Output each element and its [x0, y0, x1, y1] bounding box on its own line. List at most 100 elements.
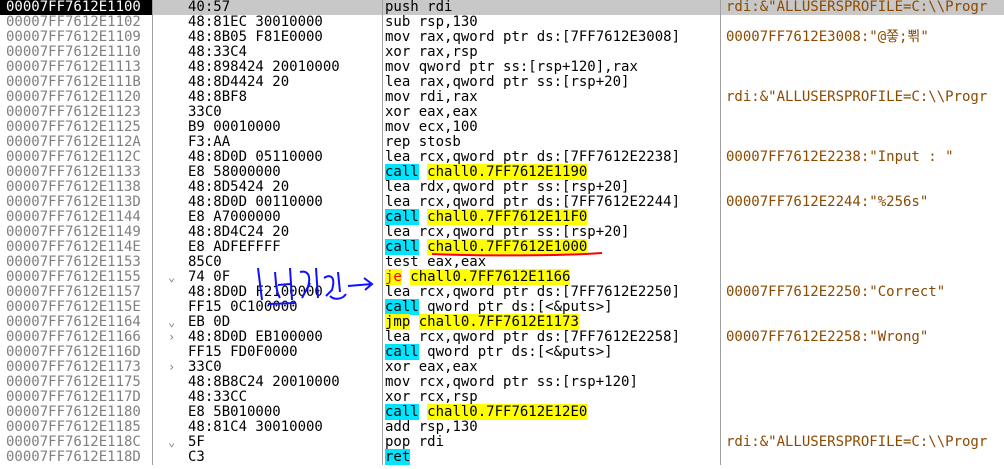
address-cell[interactable]: 00007FF7612E1125 — [0, 120, 152, 135]
disasm-row[interactable]: 00007FF7612E115E FF15 0C100000 call qword … — [0, 299, 1004, 315]
disasm-row[interactable]: 00007FF7612E112A F3:AA rep stosb — [0, 135, 1004, 150]
address-cell[interactable]: 00007FF7612E1110 — [0, 45, 152, 60]
instruction-cell[interactable]: mov qword ptr ss:[rsp+120],rax — [385, 60, 638, 75]
disasm-row[interactable]: 00007FF7612E1138 48:8D5424 20 lea rdx,qwor… — [0, 180, 1004, 195]
instruction-cell[interactable]: xor eax,eax — [385, 360, 478, 375]
bytes-cell: 48:8D0D EB100000 — [188, 329, 323, 345]
disasm-row[interactable]: 00007FF7612E113D 48:8D0D 00110000 lea rcx,… — [0, 195, 1004, 210]
disasm-row[interactable]: 00007FF7612E1149 48:8D4C24 20 lea rcx,qwor… — [0, 225, 1004, 240]
disasm-row[interactable]: 00007FF7612E1175 48:8B8C24 20010000 mov rc… — [0, 375, 1004, 390]
disasm-row[interactable]: 00007FF7612E1157 48:8D0D F2100000 lea rcx,… — [0, 285, 1004, 300]
address-cell[interactable]: 00007FF7612E1153 — [0, 255, 152, 270]
disasm-row[interactable]: 00007FF7612E114E E8 ADFEFFFF call chall0.7… — [0, 239, 1004, 255]
disasm-row[interactable]: 00007FF7612E1123 33C0 xor eax,eax — [0, 105, 1004, 120]
address-cell[interactable]: 00007FF7612E1138 — [0, 180, 152, 195]
address-cell[interactable]: 00007FF7612E1123 — [0, 105, 152, 120]
address-cell[interactable]: 00007FF7612E1180 — [0, 405, 152, 420]
instruction-cell[interactable]: xor rcx,rsp — [385, 390, 478, 405]
instruction-cell[interactable]: call qword ptr ds:[<&puts>] — [385, 344, 613, 360]
instruction-cell[interactable]: call chall0.7FF7612E1000 — [385, 239, 588, 255]
address-cell[interactable]: 00007FF7612E118C — [0, 435, 152, 450]
address-cell[interactable]: 00007FF7612E117D — [0, 390, 152, 405]
disasm-row[interactable]: 00007FF7612E1109 48:8B05 F81E0000 mov rax,… — [0, 30, 1004, 45]
instruction-cell[interactable]: mov rax,qword ptr ds:[7FF7612E3008] — [385, 30, 680, 45]
operands: rax,qword ptr ds:[7FF7612E3008] — [418, 29, 681, 45]
disasm-row[interactable]: 00007FF7612E1102 48:81EC 30010000 sub rsp,… — [0, 15, 1004, 30]
disasm-row[interactable]: 00007FF7612E117D 48:33CC xor rcx,rsp — [0, 390, 1004, 405]
instruction-cell[interactable]: push rdi — [385, 0, 452, 15]
disasm-row[interactable]: 00007FF7612E1110 48:33C4 xor rax,rsp — [0, 45, 1004, 60]
disasm-row[interactable]: 00007FF7612E1113 48:898424 20010000 mov qw… — [0, 60, 1004, 75]
address-cell[interactable]: 00007FF7612E115E — [0, 300, 152, 315]
disasm-row[interactable]: 00007FF7612E1185 48:81C4 30010000 add rsp,… — [0, 420, 1004, 435]
address-cell[interactable]: 00007FF7612E1120 — [0, 90, 152, 105]
instruction-cell[interactable]: lea rcx,qword ptr ds:[7FF7612E2258] — [385, 330, 680, 345]
address-cell[interactable]: 00007FF7612E1173 — [0, 360, 152, 375]
instruction-cell[interactable]: lea rcx,qword ptr ds:[7FF7612E2244] — [385, 195, 680, 210]
address-cell[interactable]: 00007FF7612E1175 — [0, 375, 152, 390]
address-cell[interactable]: 00007FF7612E113D — [0, 195, 152, 210]
disassembly-listing[interactable]: 00007FF7612E1100 40:57 push rdi rdi:&"ALLUS… — [0, 0, 1004, 465]
disasm-row[interactable]: 00007FF7612E1155 ⌄ 74 0F je chall0.7FF7612E… — [0, 269, 1004, 285]
disasm-row[interactable]: 00007FF7612E1166 › 48:8D0D EB100000 lea rcx… — [0, 330, 1004, 345]
address-cell[interactable]: 00007FF7612E114E — [0, 240, 152, 255]
instruction-cell[interactable]: call qword ptr ds:[<&puts>] — [385, 299, 613, 315]
operands: qword ptr ss:[rsp+120],rax — [418, 59, 638, 75]
instruction-cell[interactable]: xor eax,eax — [385, 105, 478, 120]
instruction-cell[interactable]: pop rdi — [385, 435, 444, 450]
address-cell[interactable]: 00007FF7612E1164 — [0, 315, 152, 330]
address-cell[interactable]: 00007FF7612E1113 — [0, 60, 152, 75]
instruction-cell[interactable]: call chall0.7FF7612E12E0 — [385, 404, 588, 420]
address-cell[interactable]: 00007FF7612E1109 — [0, 30, 152, 45]
disasm-row[interactable]: 00007FF7612E1125 B9 00010000 mov ecx,100 — [0, 120, 1004, 135]
disasm-row[interactable]: 00007FF7612E1164 ⌄ EB 0D jmp chall0.7FF7612… — [0, 314, 1004, 330]
disasm-row[interactable]: 00007FF7612E1180 E8 5B010000 call chall0.7… — [0, 404, 1004, 420]
address-cell[interactable]: 00007FF7612E1155 — [0, 270, 152, 285]
disasm-row[interactable]: 00007FF7612E112C 48:8D0D 05110000 lea rcx,… — [0, 150, 1004, 165]
instruction-cell[interactable]: call chall0.7FF7612E11F0 — [385, 209, 588, 225]
instruction-cell[interactable]: lea rax,qword ptr ss:[rsp+20] — [385, 75, 629, 90]
instruction-cell[interactable]: lea rcx,qword ptr ds:[7FF7612E2238] — [385, 150, 680, 165]
disasm-row[interactable]: 00007FF7612E1133 E8 58000000 call chall0.7… — [0, 164, 1004, 180]
address-cell[interactable]: 00007FF7612E1157 — [0, 285, 152, 300]
instruction-cell[interactable]: jmp chall0.7FF7612E1173 — [385, 314, 579, 330]
instruction-cell[interactable]: call chall0.7FF7612E1190 — [385, 164, 588, 180]
disasm-row[interactable]: 00007FF7612E1100 40:57 push rdi rdi:&"ALLUS… — [0, 0, 1004, 15]
address-cell[interactable]: 00007FF7612E1144 — [0, 210, 152, 225]
disasm-row[interactable]: 00007FF7612E116D FF15 FD0F0000 call qword … — [0, 344, 1004, 360]
instruction-cell[interactable]: rep stosb — [385, 135, 461, 150]
instruction-cell[interactable]: ret — [385, 449, 411, 465]
instruction-cell[interactable]: mov ecx,100 — [385, 120, 478, 135]
column-divider — [382, 45, 383, 60]
instruction-cell[interactable]: lea rdx,qword ptr ss:[rsp+20] — [385, 180, 629, 195]
instruction-cell[interactable]: mov rdi,rax — [385, 90, 478, 105]
instruction-cell[interactable]: lea rcx,qword ptr ds:[7FF7612E2250] — [385, 285, 680, 300]
instruction-cell[interactable]: je chall0.7FF7612E1166 — [385, 269, 571, 285]
address-cell[interactable]: 00007FF7612E112C — [0, 150, 152, 165]
disasm-row[interactable]: 00007FF7612E118C ⌄ 5F pop rdi rdi:&"ALLUSERS… — [0, 435, 1004, 450]
instruction-cell[interactable]: test eax,eax — [385, 255, 486, 270]
address-cell[interactable]: 00007FF7612E116D — [0, 345, 152, 360]
disasm-row[interactable]: 00007FF7612E1120 48:8BF8 mov rdi,rax rdi:&"… — [0, 90, 1004, 105]
disasm-row[interactable]: 00007FF7612E111B 48:8D4424 20 lea rax,qwor… — [0, 75, 1004, 90]
instruction-cell[interactable]: lea rcx,qword ptr ss:[rsp+20] — [385, 225, 629, 240]
disasm-row[interactable]: 00007FF7612E118D C3 ret — [0, 449, 1004, 465]
disasm-row[interactable]: 00007FF7612E1153 85C0 test eax,eax — [0, 255, 1004, 270]
address-cell[interactable]: 00007FF7612E1149 — [0, 225, 152, 240]
instruction-cell[interactable]: sub rsp,130 — [385, 15, 478, 30]
column-divider — [382, 75, 383, 90]
mnemonic: call — [385, 299, 419, 315]
address-cell[interactable]: 00007FF7612E111B — [0, 75, 152, 90]
address-cell[interactable]: 00007FF7612E1100 — [0, 0, 152, 15]
address-cell[interactable]: 00007FF7612E1185 — [0, 420, 152, 435]
address-cell[interactable]: 00007FF7612E112A — [0, 135, 152, 150]
address-cell[interactable]: 00007FF7612E118D — [0, 450, 152, 465]
instruction-cell[interactable]: xor rax,rsp — [385, 45, 478, 60]
address-cell[interactable]: 00007FF7612E1166 — [0, 330, 152, 345]
instruction-cell[interactable]: mov rcx,qword ptr ss:[rsp+120] — [385, 375, 638, 390]
address-cell[interactable]: 00007FF7612E1102 — [0, 15, 152, 30]
instruction-cell[interactable]: add rsp,130 — [385, 420, 478, 435]
disasm-row[interactable]: 00007FF7612E1144 E8 A7000000 call chall0.7… — [0, 209, 1004, 225]
address-cell[interactable]: 00007FF7612E1133 — [0, 165, 152, 180]
disasm-row[interactable]: 00007FF7612E1173 › 33C0 xor eax,eax — [0, 360, 1004, 375]
